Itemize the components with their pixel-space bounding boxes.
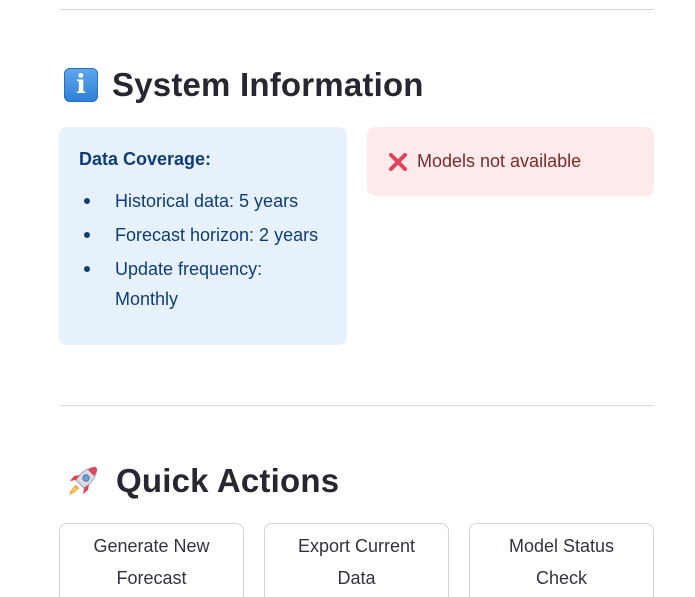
data-coverage-heading: Data Coverage: [79,149,212,169]
bullet-icon [84,198,90,204]
quick-actions-header: Quick Actions [64,462,339,500]
model-status-text: Models not available [417,151,582,171]
model-status-error-box: Models not available [367,127,654,196]
button-label: Export Current Data [297,536,416,588]
cross-mark-icon [387,151,409,173]
system-information-header: i System Information [64,66,424,104]
list-item: Update frequency: Monthly [79,254,327,314]
export-current-data-button[interactable]: Export Current Data [264,523,449,597]
section-divider [59,405,654,406]
data-coverage-info-box: Data Coverage: Historical data: 5 years … [59,127,347,345]
page: i System Information Data Coverage: Hist… [0,0,695,597]
quick-actions-title: Quick Actions [116,462,340,499]
button-label: Generate New Forecast [93,536,210,588]
data-coverage-list: Historical data: 5 years Forecast horizo… [79,186,327,314]
list-item: Historical data: 5 years [79,186,327,216]
generate-new-forecast-button[interactable]: Generate New Forecast [59,523,244,597]
information-icon: i [64,68,98,102]
list-item-text: Historical data: 5 years [115,191,299,211]
rocket-icon [64,462,102,500]
bullet-icon [84,266,90,272]
model-status-check-button[interactable]: Model Status Check [469,523,654,597]
list-item-text: Forecast horizon: 2 years [115,225,319,245]
list-item-text: Update frequency: Monthly [115,259,263,309]
button-label: Model Status Check [508,536,615,588]
top-divider [59,9,654,10]
bullet-icon [84,232,90,238]
list-item: Forecast horizon: 2 years [79,220,327,250]
system-information-title: System Information [112,66,424,103]
